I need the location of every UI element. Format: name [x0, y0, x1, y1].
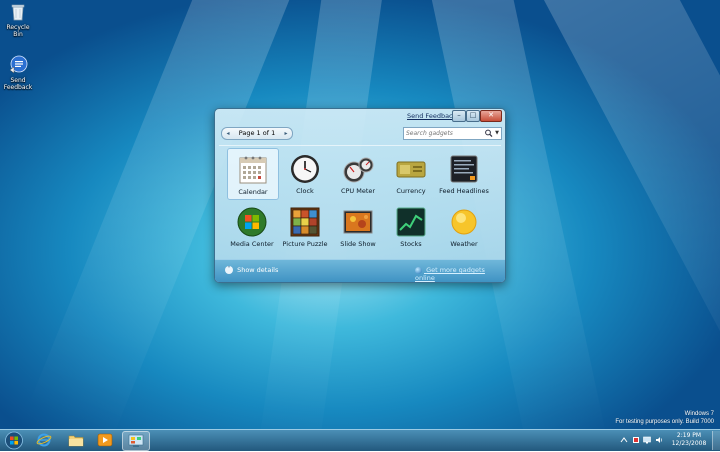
clock-icon: [289, 153, 321, 185]
watermark-os: Windows 7: [684, 411, 714, 417]
stocks-icon: [395, 206, 427, 238]
clock-date: 12/23/2008: [671, 440, 707, 447]
gadget-label: CPU Meter: [340, 187, 376, 195]
windows-explorer-icon: [68, 433, 84, 447]
show-hidden-icons-button[interactable]: [620, 436, 628, 444]
page-navigator: ◂ Page 1 of 1 ▸: [221, 127, 293, 140]
cpu-meter-icon: [342, 153, 374, 185]
calendar-icon: [237, 154, 269, 186]
system-clock[interactable]: 2:19 PM 12/23/2008: [669, 432, 709, 448]
desktop-icon-label: Send Feedback: [3, 77, 33, 91]
taskbar-gadget-gallery[interactable]: [122, 431, 150, 451]
search-icon[interactable]: [484, 128, 493, 139]
windows-orb-icon: [5, 431, 23, 450]
show-desktop-button[interactable]: [712, 431, 720, 450]
watermark-build: For testing purposes only. Build 7000: [615, 419, 714, 425]
weather-icon: [448, 206, 480, 238]
picture-puzzle-icon: [289, 206, 321, 238]
gadget-feed-headlines[interactable]: Feed Headlines: [439, 148, 489, 198]
start-button[interactable]: [3, 431, 25, 450]
prev-page-button[interactable]: ◂: [223, 128, 233, 139]
gadget-label: Feed Headlines: [439, 187, 489, 195]
gadget-grid: Calendar Clock CPU Meter Currency Feed H…: [219, 145, 501, 256]
gadget-label: Slide Show: [340, 240, 376, 248]
gadget-label: Clock: [296, 187, 314, 195]
gadget-cpu-meter[interactable]: CPU Meter: [333, 148, 383, 198]
show-details-toggle[interactable]: ˅ Show details: [225, 266, 278, 274]
maximize-button[interactable]: □: [466, 110, 480, 122]
action-center-icon[interactable]: [632, 436, 640, 444]
media-player-icon: [97, 433, 113, 447]
gadget-currency[interactable]: Currency: [386, 148, 436, 198]
gadget-label: Picture Puzzle: [282, 240, 328, 248]
gadget-label: Calendar: [238, 188, 268, 196]
gadget-media-center[interactable]: Media Center: [227, 201, 277, 251]
send-feedback-link[interactable]: Send Feedback: [407, 112, 456, 120]
feed-headlines-icon: [448, 153, 480, 185]
gadget-stocks[interactable]: Stocks: [386, 201, 436, 251]
network-icon[interactable]: [643, 436, 651, 444]
gadget-label: Stocks: [400, 240, 422, 248]
gadget-label: Media Center: [230, 240, 274, 248]
volume-icon[interactable]: [655, 436, 663, 444]
taskbar-internet-explorer[interactable]: [31, 431, 57, 449]
gadget-calendar[interactable]: Calendar: [227, 148, 279, 200]
search-dropdown-button[interactable]: ▼: [493, 128, 501, 139]
get-more-gadgets-label: Get more gadgets online: [415, 266, 485, 282]
slide-show-icon: [342, 206, 374, 238]
taskbar: 2:19 PM 12/23/2008: [0, 429, 720, 451]
gadget-clock[interactable]: Clock: [280, 148, 330, 198]
clock-time: 2:19 PM: [676, 432, 702, 439]
gallery-footer: ˅ Show details Get more gadgets online: [215, 259, 505, 282]
gadget-slide-show[interactable]: Slide Show: [333, 201, 383, 251]
next-page-button[interactable]: ▸: [281, 128, 291, 139]
gadget-gallery-window: Send Feedback – □ ✕ ◂ Page 1 of 1 ▸ ▼: [214, 108, 506, 283]
show-details-label: Show details: [237, 266, 279, 274]
chevron-up-icon: [620, 437, 628, 443]
minimize-button[interactable]: –: [452, 110, 466, 122]
feedback-icon: [8, 55, 28, 75]
media-center-icon: [236, 206, 268, 238]
chevron-down-icon: ˅: [225, 266, 233, 274]
recycle-bin-icon: [8, 2, 28, 22]
gadget-label: Weather: [450, 240, 478, 248]
page-indicator: Page 1 of 1: [238, 129, 276, 137]
gadget-picture-puzzle[interactable]: Picture Puzzle: [280, 201, 330, 251]
search-box: ▼: [403, 127, 502, 140]
build-watermark: Windows 7 For testing purposes only. Bui…: [615, 410, 714, 426]
close-button[interactable]: ✕: [480, 110, 502, 122]
desktop-icon-send-feedback[interactable]: Send Feedback: [1, 55, 35, 91]
taskbar-windows-explorer[interactable]: [63, 431, 89, 449]
internet-explorer-icon: [36, 433, 52, 447]
desktop-icon-label: Recycle Bin: [6, 24, 30, 38]
get-more-gadgets-link[interactable]: Get more gadgets online: [415, 266, 505, 282]
globe-icon: [415, 266, 422, 274]
currency-icon: [395, 153, 427, 185]
search-input[interactable]: [406, 128, 482, 139]
taskbar-media-player[interactable]: [92, 431, 118, 449]
gadget-label: Currency: [396, 187, 426, 195]
gadget-weather[interactable]: Weather: [439, 201, 489, 251]
gadget-gallery-icon: [128, 434, 144, 448]
desktop-icon-recycle-bin[interactable]: Recycle Bin: [1, 2, 35, 38]
